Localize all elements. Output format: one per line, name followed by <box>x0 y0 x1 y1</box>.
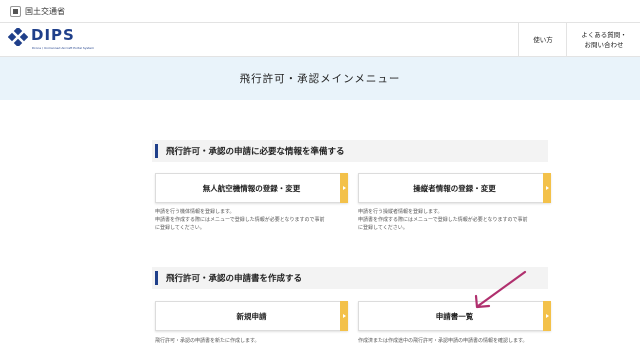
nav-how-to-use-label: 使い方 <box>533 35 553 44</box>
desc-line: に登録してください。 <box>155 225 205 231</box>
desc-line: 飛行許可・承認の申請書を新たに作成します。 <box>155 338 260 344</box>
register-pilot-label: 操縦者情報の登録・変更 <box>413 183 496 193</box>
new-application-button[interactable]: 新規申請 <box>155 301 348 331</box>
section-accent-bar <box>155 144 158 158</box>
nav-how-to-use[interactable]: 使い方 <box>518 23 567 56</box>
desc-line: に登録してください。 <box>358 225 408 231</box>
logo-text: DIPS <box>31 26 75 44</box>
logo-subtitle: Drone / Unmanned Aircraft Portal System <box>32 46 95 50</box>
pointer-arrow-icon <box>474 270 527 309</box>
dips-logo[interactable]: DIPS Drone / Unmanned Aircraft Portal Sy… <box>8 26 94 50</box>
chevron-right-icon <box>340 173 348 203</box>
nav-faq-label-2: お問い合わせ <box>584 40 624 49</box>
section-title-create-text: 飛行許可・承認の申請書を作成する <box>166 274 303 284</box>
chevron-right-icon <box>340 301 348 331</box>
site-header: DIPS Drone / Unmanned Aircraft Portal Sy… <box>0 23 640 57</box>
register-aircraft-description: 申請を行う機体情報を登録します。 申請書を作成する際にはメニューで登録した情報が… <box>155 208 351 232</box>
register-pilot-description: 申請を行う操縦者情報を登録します。 申請書を作成する際にはメニューで登録した情報… <box>358 208 554 232</box>
section-title-prepare: 飛行許可・承認の申請に必要な情報を準備する <box>152 140 548 162</box>
register-aircraft-button[interactable]: 無人航空機情報の登録・変更 <box>155 173 348 203</box>
dips-logo-icon <box>8 28 28 46</box>
government-mark-icon <box>10 5 21 17</box>
application-list-label: 申請書一覧 <box>435 311 474 321</box>
desc-line: 申請を行う操縦者情報を登録します。 <box>358 209 443 215</box>
desc-line: 申請書を作成する際にはメニューで登録した情報が必要となりますので事前 <box>155 217 325 223</box>
new-application-description: 飛行許可・承認の申請書を新たに作成します。 <box>155 337 351 345</box>
chevron-right-icon <box>543 301 551 331</box>
agency-bar: 国土交通省 <box>0 0 640 23</box>
section-title-prepare-text: 飛行許可・承認の申請に必要な情報を準備する <box>166 147 345 157</box>
new-application-label: 新規申請 <box>236 311 267 321</box>
nav-faq-label-1: よくある質問・ <box>581 30 627 39</box>
section-accent-bar <box>155 271 158 285</box>
desc-line: 申請を行う機体情報を登録します。 <box>155 209 235 215</box>
page-title: 飛行許可・承認メインメニュー <box>0 57 640 100</box>
desc-line: 申請書を作成する際にはメニューで登録した情報が必要となりますので事前 <box>358 217 528 223</box>
desc-line: 作成済または作成途中の飛行許可・承認申請の申請書の情報を確認します。 <box>358 338 528 344</box>
chevron-right-icon <box>543 173 551 203</box>
register-pilot-button[interactable]: 操縦者情報の登録・変更 <box>358 173 551 203</box>
nav-faq-contact[interactable]: よくある質問・ お問い合わせ <box>566 23 640 56</box>
application-list-description: 作成済または作成途中の飛行許可・承認申請の申請書の情報を確認します。 <box>358 337 554 345</box>
register-aircraft-label: 無人航空機情報の登録・変更 <box>202 183 301 193</box>
agency-name: 国土交通省 <box>25 6 65 16</box>
